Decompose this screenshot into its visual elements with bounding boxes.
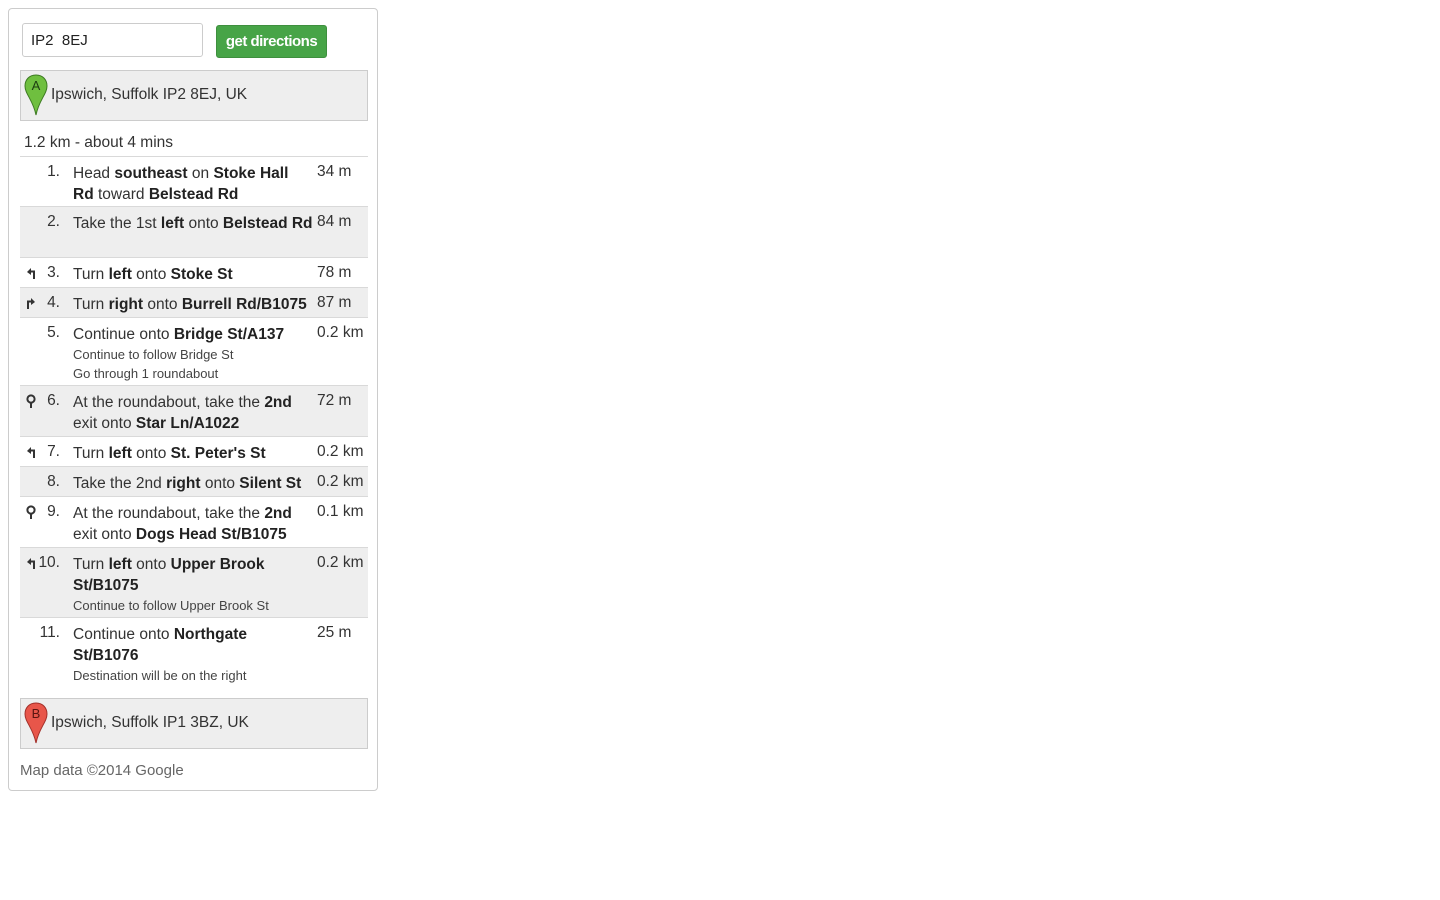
step-instruction: Take the 1st left onto Belstead Rd xyxy=(73,215,313,232)
step-distance: 72 m xyxy=(317,392,352,409)
step-number: 9. xyxy=(47,503,60,520)
step-number: 11. xyxy=(39,624,60,641)
map-copyright: Map data ©2014 Google xyxy=(20,762,184,779)
step-distance: 0.2 km xyxy=(317,324,364,341)
step-instruction: At the roundabout, take the 2nd exit ont… xyxy=(73,505,292,543)
step-instruction: At the roundabout, take the 2nd exit ont… xyxy=(73,394,292,432)
direction-step[interactable]: 2. Take the 1st left onto Belstead Rd 84 m xyxy=(20,206,368,257)
direction-step[interactable]: 9. At the roundabout, take the 2nd exit o… xyxy=(20,496,368,547)
direction-step[interactable]: 4. Turn right onto Burrell Rd/B1075 87 m xyxy=(20,287,368,317)
step-number: 4. xyxy=(47,294,60,311)
step-distance: 84 m xyxy=(317,213,352,230)
step-instruction: Turn right onto Burrell Rd/B1075 xyxy=(73,296,307,313)
steps-list: 1. Head southeast on Stoke Hall Rd toward… xyxy=(20,156,368,687)
step-distance: 78 m xyxy=(317,264,352,281)
step-number: 7. xyxy=(47,443,60,460)
step-number: 8. xyxy=(47,473,60,490)
step-distance: 0.2 km xyxy=(317,443,364,460)
step-number: 10. xyxy=(38,554,60,571)
origin-waypoint[interactable]: A Ipswich, Suffolk IP2 8EJ, UK xyxy=(20,70,368,121)
postcode-input[interactable] xyxy=(22,23,203,57)
destination-waypoint[interactable]: B Ipswich, Suffolk IP1 3BZ, UK xyxy=(20,698,368,749)
marker-b-letter: B xyxy=(32,706,41,721)
marker-a-letter: A xyxy=(32,78,41,93)
marker-a-icon: A xyxy=(24,74,48,116)
directions-panel: get directions A Ipswich, Suffolk IP2 8E… xyxy=(8,8,378,791)
step-distance: 0.2 km xyxy=(317,473,364,490)
direction-step[interactable]: 1. Head southeast on Stoke Hall Rd toward… xyxy=(20,156,368,206)
step-instruction: Continue onto Northgate St/B1076 Destinat… xyxy=(73,624,313,685)
step-instruction: Turn left onto Upper Brook St/B1075 Conti… xyxy=(73,554,313,615)
direction-step[interactable]: 7. Turn left onto St. Peter's St 0.2 km xyxy=(20,436,368,466)
step-instruction: Turn left onto St. Peter's St xyxy=(73,445,266,462)
direction-step[interactable]: 11. Continue onto Northgate St/B1076 Desti… xyxy=(20,617,368,687)
step-distance: 25 m xyxy=(317,624,352,641)
step-distance: 87 m xyxy=(317,294,352,311)
step-number: 2. xyxy=(47,213,60,230)
step-instruction: Turn left onto Stoke St xyxy=(73,266,233,283)
origin-address: Ipswich, Suffolk IP2 8EJ, UK xyxy=(51,86,248,103)
destination-address: Ipswich, Suffolk IP1 3BZ, UK xyxy=(51,714,249,731)
get-directions-button[interactable]: get directions xyxy=(216,25,327,58)
step-number: 6. xyxy=(47,392,60,409)
marker-b-icon: B xyxy=(24,702,48,744)
route-summary: 1.2 km - about 4 mins xyxy=(24,134,174,151)
direction-step[interactable]: 3. Turn left onto Stoke St 78 m xyxy=(20,257,368,287)
step-note: Continue to follow Bridge St xyxy=(73,347,234,362)
step-instruction: Take the 2nd right onto Silent St xyxy=(73,475,302,492)
step-instruction: Head southeast on Stoke Hall Rd toward B… xyxy=(73,165,289,203)
step-number: 5. xyxy=(47,324,60,341)
direction-step[interactable]: 5. Continue onto Bridge St/A137 Continue t… xyxy=(20,317,368,385)
step-number: 1. xyxy=(47,163,60,180)
step-instruction: Continue onto Bridge St/A137 Continue to … xyxy=(73,324,313,383)
direction-step[interactable]: 6. At the roundabout, take the 2nd exit o… xyxy=(20,385,368,436)
step-distance: 0.1 km xyxy=(317,503,364,520)
step-number: 3. xyxy=(47,264,60,281)
direction-step[interactable]: 10. Turn left onto Upper Brook St/B1075 Co… xyxy=(20,547,368,617)
step-note: Continue to follow Upper Brook St xyxy=(73,598,269,613)
step-distance: 0.2 km xyxy=(317,554,364,571)
step-note: Destination will be on the right xyxy=(73,668,247,683)
step-distance: 34 m xyxy=(317,163,352,180)
direction-step[interactable]: 8. Take the 2nd right onto Silent St 0.2 k… xyxy=(20,466,368,496)
step-note: Go through 1 roundabout xyxy=(73,366,219,381)
